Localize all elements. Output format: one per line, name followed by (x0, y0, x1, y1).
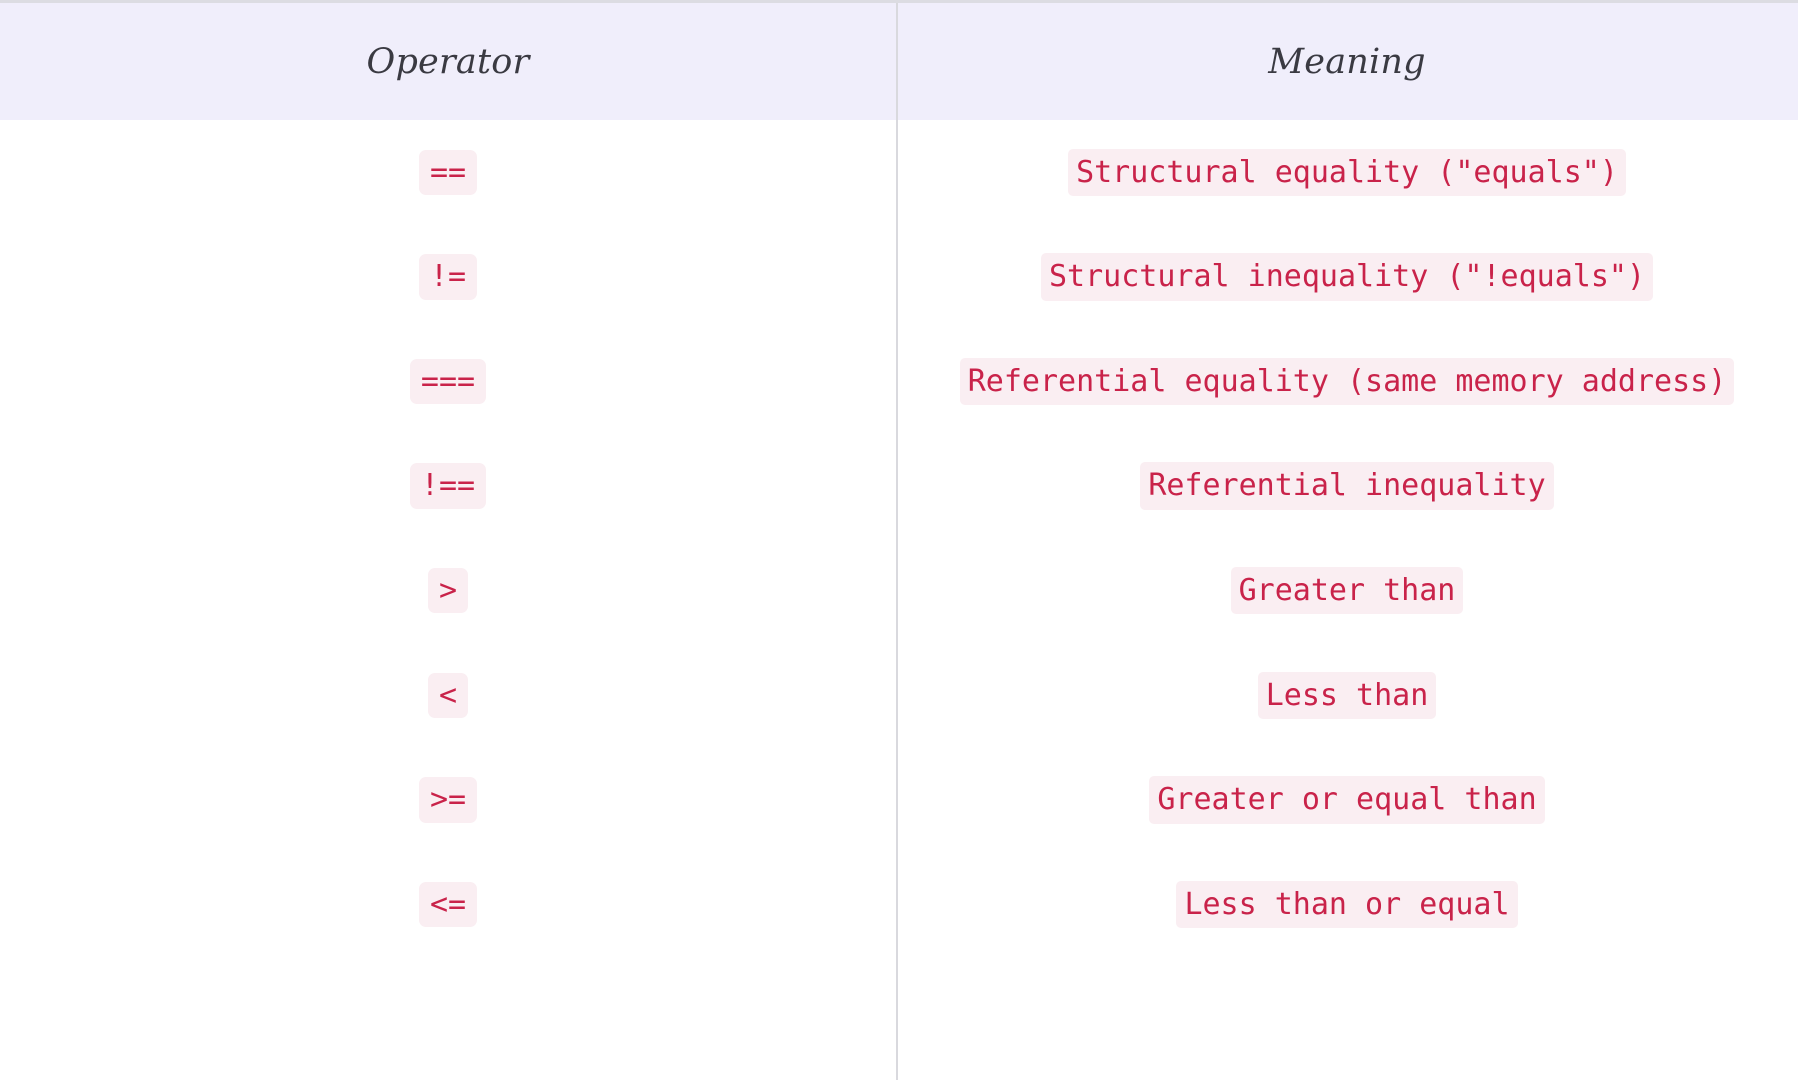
operator-code-chip: === (409, 358, 487, 405)
operator-code-chip: >= (418, 777, 478, 823)
table-row: <= Less than or equal (0, 852, 1798, 957)
cell-operator: !== (0, 434, 896, 539)
operators-table: Operator Meaning == Structural equality … (0, 0, 1798, 1080)
column-header-meaning: Meaning (896, 3, 1798, 120)
table-row: !== Referential inequality (0, 433, 1798, 539)
meaning-code-chip: Less than or equal (1176, 880, 1518, 929)
table-row: != Structural inequality ("!equals") (0, 224, 1798, 330)
operator-code-chip: == (418, 149, 478, 195)
cell-meaning: Structural inequality ("!equals") (896, 225, 1798, 330)
table-row: >= Greater or equal than (0, 747, 1798, 853)
table-row: === Referential equality (same memory ad… (0, 329, 1798, 434)
cell-operator: < (0, 643, 896, 748)
column-header-operator: Operator (0, 3, 896, 120)
table-body: == Structural equality ("equals") != Str… (0, 120, 1798, 957)
cell-meaning: Greater than (896, 538, 1798, 643)
cell-operator: != (0, 225, 896, 330)
cell-meaning: Greater or equal than (896, 748, 1798, 853)
cell-meaning: Referential inequality (896, 434, 1798, 539)
meaning-code-chip: Greater than (1230, 566, 1464, 615)
cell-meaning: Less than or equal (896, 852, 1798, 957)
meaning-code-chip: Referential equality (same memory addres… (959, 357, 1735, 406)
column-header-operator-label: Operator (366, 41, 530, 82)
column-divider (896, 3, 898, 1080)
operator-code-chip: > (427, 567, 469, 614)
cell-operator: > (0, 538, 896, 643)
cell-operator: <= (0, 852, 896, 957)
table-row: < Less than (0, 642, 1798, 748)
meaning-code-chip: Structural equality ("equals") (1068, 148, 1626, 196)
cell-operator: === (0, 329, 896, 434)
meaning-code-chip: Referential inequality (1140, 462, 1554, 510)
table-row: > Greater than (0, 538, 1798, 643)
operator-code-chip: != (418, 254, 478, 300)
cell-operator: == (0, 120, 896, 225)
column-header-meaning-label: Meaning (1268, 41, 1426, 82)
cell-operator: >= (0, 748, 896, 853)
table-row: == Structural equality ("equals") (0, 120, 1798, 225)
meaning-code-chip: Structural inequality ("!equals") (1040, 253, 1654, 301)
meaning-code-chip: Less than (1257, 671, 1437, 719)
cell-meaning: Less than (896, 643, 1798, 748)
cell-meaning: Structural equality ("equals") (896, 120, 1798, 225)
operator-code-chip: < (427, 672, 469, 718)
meaning-code-chip: Greater or equal than (1149, 776, 1545, 824)
operator-code-chip: <= (418, 881, 478, 928)
operator-code-chip: !== (409, 463, 487, 509)
table-header-row: Operator Meaning (0, 3, 1798, 120)
cell-meaning: Referential equality (same memory addres… (896, 329, 1798, 434)
